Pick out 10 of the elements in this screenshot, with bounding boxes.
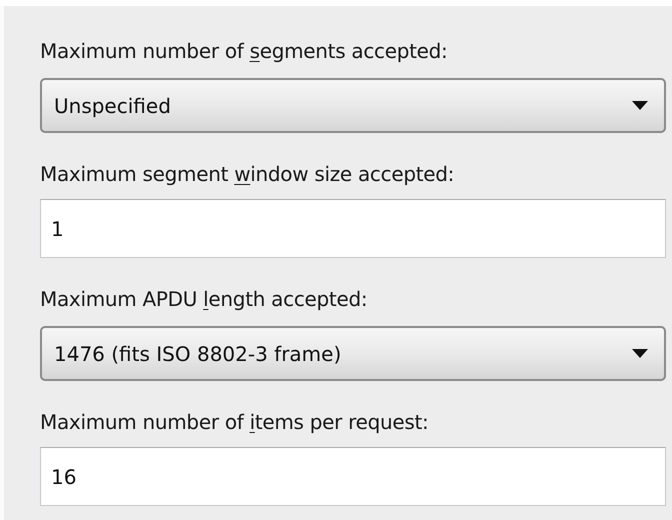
field-label: Maximum APDU length accepted: (40, 286, 368, 313)
field-label: Maximum segment window size accepted: (40, 161, 456, 188)
dropdown[interactable]: Unspecified (40, 78, 666, 133)
caret-icon (632, 349, 648, 358)
dropdown[interactable]: 1476 (fits ISO 8802-3 frame) (40, 326, 666, 381)
field-label: Maximum number of segments accepted: (40, 38, 448, 65)
input-field[interactable]: 16 (40, 447, 666, 506)
field-label: Maximum number of items per request: (40, 409, 430, 436)
caret-icon (632, 101, 648, 110)
input-field[interactable]: 1 (40, 199, 666, 258)
